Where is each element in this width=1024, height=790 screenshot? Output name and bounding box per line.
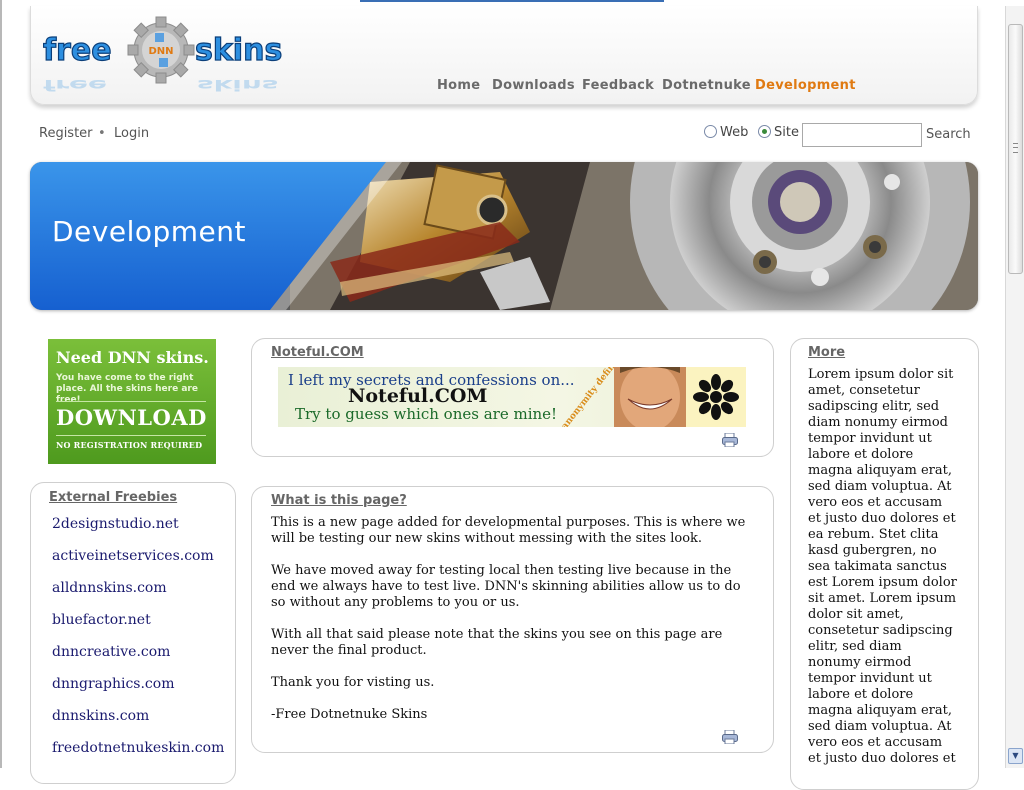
smiling-face-image [614,367,686,427]
print-icon[interactable] [722,433,738,447]
nav-dotnetnuke[interactable]: Dotnetnuke [662,78,751,93]
scroll-down-icon[interactable]: ▼ [1008,748,1023,764]
search-site-label: Site [774,125,799,140]
nav-downloads[interactable]: Downloads [492,78,575,93]
noteful-line2: Try to guess which ones are mine! [295,405,558,423]
what-paragraph-1: This is a new page added for development… [271,515,746,546]
freebie-link[interactable]: alldnnskins.com [52,580,167,596]
ad-divider [56,435,206,436]
link-separator: • [98,126,106,141]
ad-footer: NO REGISTRATION REQUIRED [56,440,203,450]
ad-headline: Need DNN skins. [56,348,209,367]
noteful-brand: Noteful.COM [348,385,488,407]
what-paragraph-3: With all that said please note that the … [271,627,723,658]
more-title[interactable]: More [808,345,845,360]
freebie-link[interactable]: dnncreative.com [52,644,170,660]
page-banner: Development [30,162,978,310]
ad-divider [56,401,206,402]
freebie-link[interactable]: activeinetservices.com [52,548,214,564]
window-top-strip [360,0,664,2]
freebie-link[interactable]: 2designstudio.net [52,516,179,532]
register-link[interactable]: Register [39,126,93,141]
nav-feedback[interactable]: Feedback [582,78,654,93]
svg-text:free: free [43,33,112,68]
external-freebies-title[interactable]: External Freebies [49,490,177,505]
svg-text:skins: skins [195,33,282,68]
noteful-banner-ad[interactable]: I left my secrets and confessions on... … [278,367,746,427]
search-input[interactable] [802,123,922,147]
flower-logo-icon [686,367,746,427]
search-button[interactable]: Search [926,127,971,142]
login-link[interactable]: Login [114,126,149,141]
search-site-radio[interactable] [758,125,771,138]
freebie-link[interactable]: freedotnetnukeskin.com [52,740,224,756]
freebie-link[interactable]: dnngraphics.com [52,676,174,692]
search-web-radio[interactable] [704,125,717,138]
what-is-this-page-title[interactable]: What is this page? [271,493,407,508]
more-body-text: Lorem ipsum dolor sit amet, consetetur s… [808,367,957,765]
window-left-edge [0,0,2,768]
svg-text:free: free [43,76,107,94]
svg-text:DNN: DNN [148,46,173,57]
banner-title: Development [52,215,246,248]
freebie-link[interactable]: bluefactor.net [52,612,151,628]
nav-development[interactable]: Development [755,78,856,93]
search-web-label: Web [720,125,749,140]
what-signature: -Free Dotnetnuke Skins [271,707,428,722]
what-paragraph-2: We have moved away for testing local the… [271,563,741,610]
download-ad[interactable]: Need DNN skins. You have come to the rig… [48,339,216,464]
page-scrollbar[interactable]: ▼ [1005,6,1024,768]
noteful-title[interactable]: Noteful.COM [271,345,364,360]
scrollbar-thumb[interactable] [1008,24,1023,274]
what-paragraph-4: Thank you for visting us. [271,675,435,690]
print-icon[interactable] [722,730,738,744]
site-logo[interactable]: free skins DNN free skins [43,12,303,102]
ad-download-button[interactable]: DOWNLOAD [56,405,207,430]
svg-text:skins: skins [197,76,278,94]
scrollbar-grip-icon [1013,143,1018,153]
nav-home[interactable]: Home [437,78,480,93]
freebie-link[interactable]: dnnskins.com [52,708,149,724]
